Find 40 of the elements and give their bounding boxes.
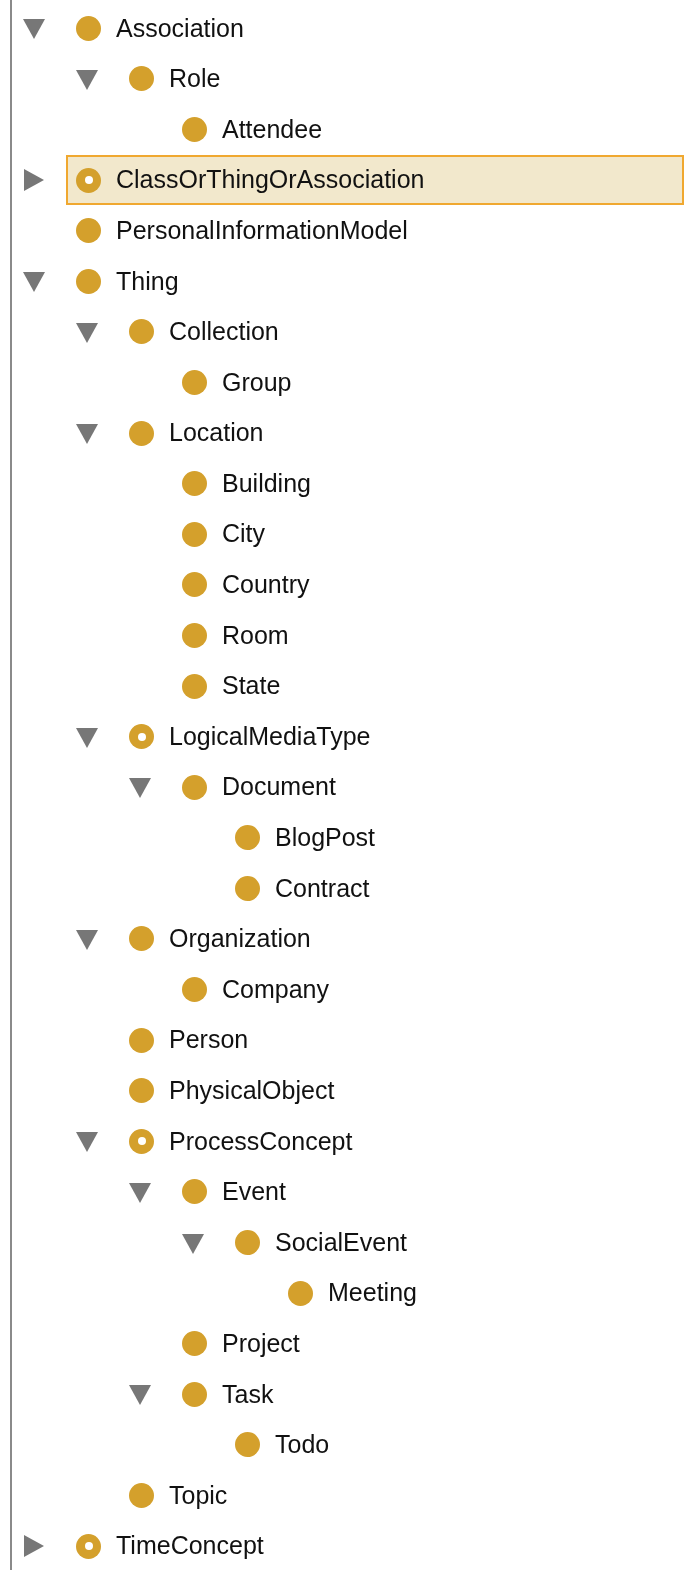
tree-item[interactable]: Todo [225, 1419, 332, 1470]
tree-item[interactable]: Task [172, 1369, 276, 1420]
tree-item[interactable]: Person [119, 1015, 251, 1066]
tree-item[interactable]: Topic [119, 1470, 230, 1521]
tree-item[interactable]: ClassOrThingOrAssociation [66, 155, 684, 206]
tree-item[interactable]: City [172, 509, 268, 560]
tree-item[interactable]: Contract [225, 863, 372, 914]
tree-item[interactable]: Document [172, 762, 338, 813]
tree-item[interactable]: Building [172, 458, 313, 509]
tree-item[interactable]: ProcessConcept [119, 1116, 355, 1167]
tree-item[interactable]: LogicalMediaType [119, 711, 373, 762]
collapse-triangle-icon[interactable] [128, 1382, 152, 1407]
tree-item[interactable]: Organization [119, 914, 313, 964]
tree-item[interactable]: State [172, 661, 283, 711]
tree-item[interactable]: PersonalInformationModel [66, 205, 410, 256]
tree-item[interactable]: Location [119, 408, 266, 459]
expand-triangle-icon[interactable] [22, 168, 46, 193]
tree-item[interactable]: Room [172, 610, 291, 661]
tree-item[interactable]: Role [119, 53, 223, 104]
tree-item[interactable]: SocialEvent [225, 1217, 410, 1268]
tree-item[interactable]: Group [172, 357, 294, 408]
expand-triangle-icon[interactable] [22, 1534, 46, 1559]
tree-item[interactable]: Attendee [172, 104, 325, 155]
tree-item[interactable]: Collection [119, 306, 281, 357]
tree-item[interactable]: Thing [66, 256, 181, 307]
tree-item[interactable]: Meeting [278, 1268, 419, 1319]
tree-item[interactable]: Project [172, 1318, 302, 1369]
collapse-triangle-icon[interactable] [22, 269, 46, 294]
tree-item[interactable]: TimeConcept [66, 1521, 266, 1570]
tree-item[interactable]: Country [172, 559, 312, 610]
collapse-triangle-icon[interactable] [75, 1129, 99, 1154]
tree-item[interactable]: PhysicalObject [119, 1065, 337, 1116]
collapse-triangle-icon[interactable] [22, 16, 46, 41]
collapse-triangle-icon[interactable] [75, 421, 99, 446]
tree-item[interactable]: Event [172, 1166, 288, 1217]
tree-item[interactable]: Association [66, 3, 246, 54]
tree-item[interactable]: Company [172, 964, 331, 1015]
collapse-triangle-icon[interactable] [75, 927, 99, 951]
collapse-triangle-icon[interactable] [128, 775, 152, 800]
tree-item[interactable]: BlogPost [225, 812, 378, 863]
